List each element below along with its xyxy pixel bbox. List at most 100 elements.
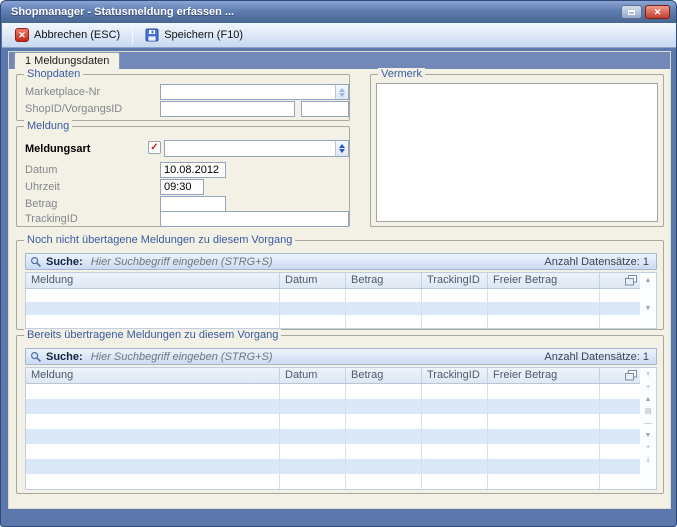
table-cell xyxy=(600,289,640,302)
table-cell xyxy=(600,429,640,444)
marketplace-combobox[interactable] xyxy=(160,84,349,100)
transferred-search-bar[interactable]: Suche: Hier Suchbegriff eingeben (STRG+S… xyxy=(25,348,657,365)
dialog-window: Shopmanager - Statusmeldung erfassen ...… xyxy=(0,0,677,527)
table-cell xyxy=(488,289,600,302)
column-header-betrag[interactable]: Betrag xyxy=(346,368,422,383)
table-cell xyxy=(280,315,346,328)
table-cell xyxy=(422,399,488,414)
column-header-datum[interactable]: Datum xyxy=(280,273,346,288)
scroll-down-icon[interactable]: ▼ xyxy=(645,304,652,314)
table-cell xyxy=(280,444,346,459)
marketplace-label: Marketplace-Nr xyxy=(25,86,100,98)
table-cell xyxy=(422,302,488,315)
uhrzeit-input[interactable]: 09:30 xyxy=(160,179,204,195)
betrag-input[interactable] xyxy=(160,196,226,212)
column-header-meldung[interactable]: Meldung xyxy=(26,368,280,383)
transferred-table: Meldung Datum Betrag TrackingID Freier B… xyxy=(25,367,657,490)
pending-search-bar[interactable]: Suche: Hier Suchbegriff eingeben (STRG+S… xyxy=(25,253,657,270)
marketplace-spinner-icon[interactable] xyxy=(335,85,348,99)
table-cell xyxy=(346,384,422,399)
cancel-button[interactable]: ✕ Abbrechen (ESC) xyxy=(8,26,127,44)
save-button-label: Speichern (F10) xyxy=(164,29,243,41)
title-bar[interactable]: Shopmanager - Statusmeldung erfassen ...… xyxy=(1,1,676,23)
table-cell xyxy=(26,384,280,399)
table-cell xyxy=(26,474,280,489)
table-row[interactable] xyxy=(26,414,640,429)
table-row[interactable] xyxy=(26,444,640,459)
table-row[interactable] xyxy=(26,315,640,328)
toolbar: ✕ Abbrechen (ESC) Speichern (F10) xyxy=(2,23,677,48)
group-meldung: Meldung Meldungsart ✓ Datum 10.08.2012 U… xyxy=(16,126,350,227)
table-cell xyxy=(600,399,640,414)
red-check-glyph: ✓ xyxy=(150,143,158,153)
nav-separator-icon: — xyxy=(645,419,652,429)
trackingid-input[interactable] xyxy=(160,211,349,227)
table-cell xyxy=(346,302,422,315)
nav-prev-icon[interactable]: ▲ xyxy=(645,395,652,405)
maximize-restore-icon xyxy=(628,10,635,15)
datum-input[interactable]: 10.08.2012 xyxy=(160,162,226,178)
column-chooser-icon xyxy=(625,275,637,286)
table-row[interactable] xyxy=(26,289,640,302)
table-row[interactable] xyxy=(26,399,640,414)
meldungsart-value xyxy=(165,141,335,156)
pending-table-header: Meldung Datum Betrag TrackingID Freier B… xyxy=(26,273,640,289)
nav-first-icon[interactable]: ⤒ xyxy=(646,371,649,381)
search-icon xyxy=(30,351,42,363)
table-cell xyxy=(600,315,640,328)
search-icon xyxy=(30,256,42,268)
group-pending-legend: Noch nicht übertagene Meldungen zu diese… xyxy=(24,234,295,246)
shopid-input[interactable] xyxy=(160,101,295,117)
column-header-tools[interactable] xyxy=(600,368,640,383)
column-header-freier-betrag[interactable]: Freier Betrag xyxy=(488,273,600,288)
table-cell xyxy=(280,399,346,414)
marketplace-value xyxy=(161,85,335,99)
nav-last-icon[interactable]: ⤓ xyxy=(646,455,649,465)
meldungsart-label: Meldungsart xyxy=(25,143,90,155)
table-cell xyxy=(422,474,488,489)
table-row[interactable] xyxy=(26,384,640,399)
table-row[interactable] xyxy=(26,474,640,489)
restore-button[interactable] xyxy=(621,5,642,19)
meldungsart-required-check-icon[interactable]: ✓ xyxy=(148,141,161,154)
column-header-trackingid[interactable]: TrackingID xyxy=(422,273,488,288)
column-header-tools[interactable] xyxy=(600,273,640,288)
vermerk-textarea[interactable] xyxy=(376,83,658,222)
vorgangsid-input[interactable] xyxy=(301,101,349,117)
column-header-datum[interactable]: Datum xyxy=(280,368,346,383)
table-cell xyxy=(488,414,600,429)
scroll-up-icon[interactable]: ▲ xyxy=(645,276,652,286)
table-cell xyxy=(346,474,422,489)
close-icon: ✕ xyxy=(654,7,662,18)
column-header-meldung[interactable]: Meldung xyxy=(26,273,280,288)
table-cell xyxy=(26,414,280,429)
save-button[interactable]: Speichern (F10) xyxy=(138,26,250,44)
table-row[interactable] xyxy=(26,302,640,315)
column-header-trackingid[interactable]: TrackingID xyxy=(422,368,488,383)
table-cell xyxy=(422,429,488,444)
meldungsart-combobox[interactable] xyxy=(164,140,349,157)
table-cell xyxy=(26,289,280,302)
nav-next-icon[interactable]: ▼ xyxy=(645,431,652,441)
toolbar-separator xyxy=(132,27,133,44)
search-placeholder: Hier Suchbegriff eingeben (STRG+S) xyxy=(91,351,273,363)
table-cell xyxy=(600,444,640,459)
table-cell xyxy=(488,302,600,315)
table-row[interactable] xyxy=(26,459,640,474)
table-cell xyxy=(280,429,346,444)
table-cell xyxy=(422,315,488,328)
transferred-table-header: Meldung Datum Betrag TrackingID Freier B… xyxy=(26,368,640,384)
tab-meldungsdaten[interactable]: 1 Meldungsdaten xyxy=(14,52,120,69)
nav-page-down-icon[interactable]: + xyxy=(646,443,650,453)
table-cell xyxy=(280,289,346,302)
column-header-betrag[interactable]: Betrag xyxy=(346,273,422,288)
nav-page-up-icon[interactable]: + xyxy=(646,383,650,393)
tab-page: 1 Meldungsdaten Shopdaten Marketplace-Nr… xyxy=(8,51,671,509)
table-row[interactable] xyxy=(26,429,640,444)
column-header-freier-betrag[interactable]: Freier Betrag xyxy=(488,368,600,383)
close-button[interactable]: ✕ xyxy=(645,5,670,19)
table-cell xyxy=(488,459,600,474)
meldungsart-spinner-icon[interactable] xyxy=(335,141,348,156)
group-meldung-legend: Meldung xyxy=(24,120,72,132)
group-pending-messages: Noch nicht übertagene Meldungen zu diese… xyxy=(16,240,664,330)
